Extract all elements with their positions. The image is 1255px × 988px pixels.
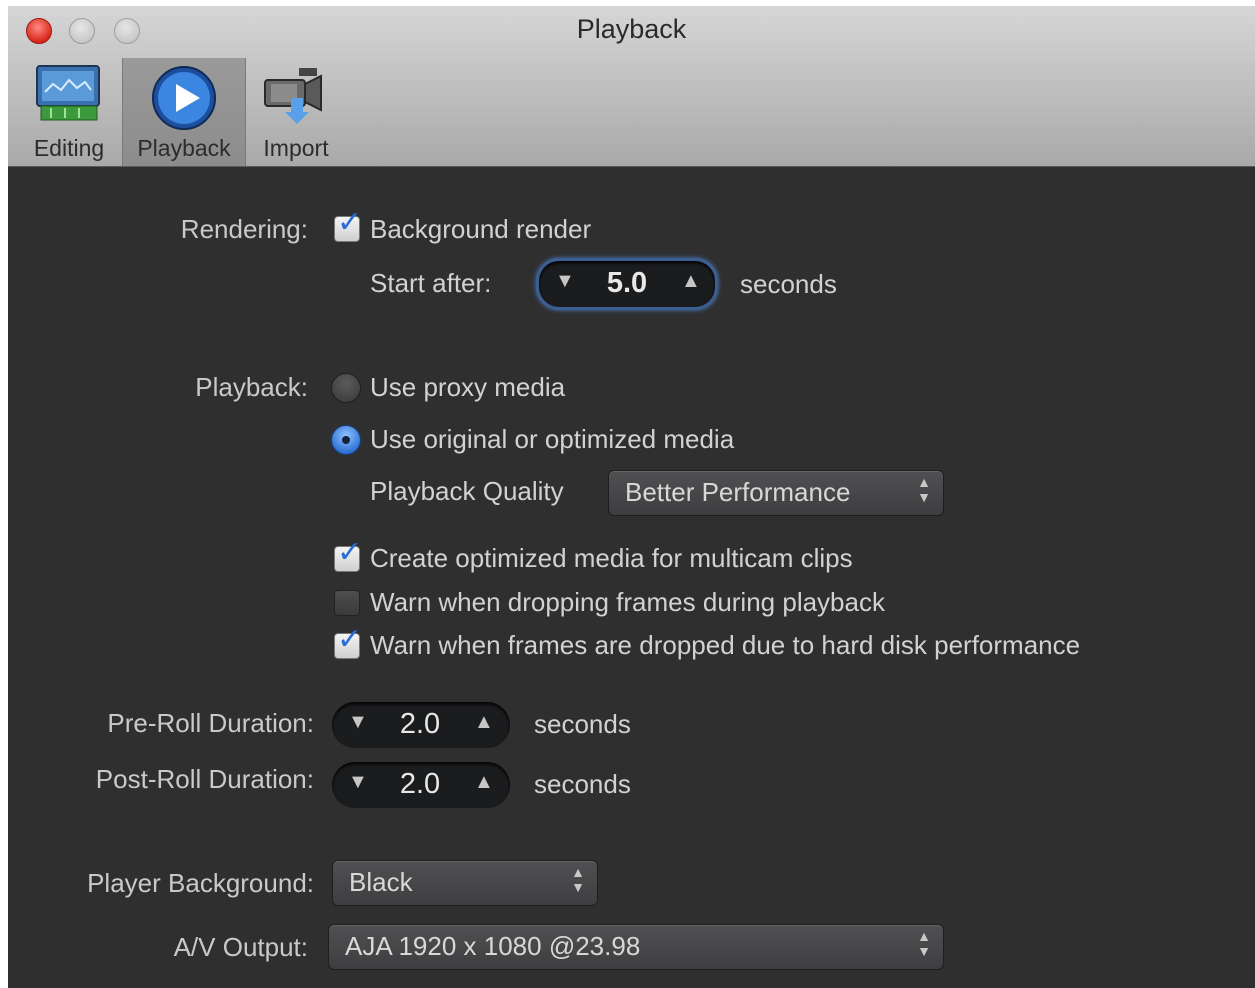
increment-icon[interactable]: ▲ xyxy=(474,771,494,794)
popup-arrows-icon: ▲ ▼ xyxy=(571,864,585,895)
playback-icon xyxy=(152,66,216,130)
background-render-label: Background render xyxy=(370,214,592,244)
toolbar-label-editing: Editing xyxy=(33,135,105,161)
preferences-window: Playback Editing Playback Import Renderi… xyxy=(8,6,1255,988)
use-proxy-media-label: Use proxy media xyxy=(370,372,566,402)
start-after-value: 5.0 xyxy=(606,267,648,299)
warn-hard-disk-label: Warn when frames are dropped due to hard… xyxy=(370,630,1081,660)
playback-quality-value: Better Performance xyxy=(625,477,851,507)
av-output-popup[interactable]: AJA 1920 x 1080 @23.98 ▲ ▼ xyxy=(328,924,944,970)
pre-roll-unit: seconds xyxy=(534,709,631,739)
rendering-label: Rendering: xyxy=(180,214,308,244)
import-icon xyxy=(264,68,322,124)
popup-arrows-icon: ▲ ▼ xyxy=(917,928,931,959)
radio-selected-dot xyxy=(342,436,350,444)
checkmark-icon: ✓ xyxy=(337,206,363,239)
player-background-popup[interactable]: Black ▲ ▼ xyxy=(332,860,598,906)
post-roll-label: Post-Roll Duration: xyxy=(95,764,314,794)
post-roll-stepper[interactable]: ▼ 2.0 ▲ xyxy=(332,762,510,808)
checkmark-icon: ✓ xyxy=(337,536,363,569)
av-output-label: A/V Output: xyxy=(173,932,308,962)
av-output-value: AJA 1920 x 1080 @23.98 xyxy=(345,931,641,961)
toolbar-label-import: Import xyxy=(263,135,329,161)
increment-icon[interactable]: ▲ xyxy=(474,711,494,734)
use-proxy-media-radio[interactable] xyxy=(331,373,361,403)
start-after-stepper[interactable]: ▼ 5.0 ▲ xyxy=(536,258,718,310)
title-bar: Playback Editing Playback Import xyxy=(8,6,1255,167)
editing-icon xyxy=(36,65,100,121)
post-roll-value: 2.0 xyxy=(399,768,441,800)
playback-quality-label: Playback Quality xyxy=(370,476,564,506)
warn-hard-disk-checkbox[interactable]: ✓ xyxy=(334,625,362,659)
warn-dropping-frames-label: Warn when dropping frames during playbac… xyxy=(370,587,885,617)
use-original-media-radio[interactable] xyxy=(331,425,361,455)
window-title: Playback xyxy=(576,14,687,44)
player-background-label: Player Background: xyxy=(87,868,314,898)
popup-arrows-icon: ▲ ▼ xyxy=(917,474,931,505)
player-background-value: Black xyxy=(349,867,413,897)
create-optimized-media-checkbox[interactable]: ✓ xyxy=(334,538,362,572)
pre-roll-stepper[interactable]: ▼ 2.0 ▲ xyxy=(332,702,510,748)
decrement-icon[interactable]: ▼ xyxy=(348,771,368,794)
playback-label: Playback: xyxy=(195,372,308,402)
toolbar-tab-editing[interactable]: Editing xyxy=(16,58,122,166)
toolbar-label-playback: Playback xyxy=(137,135,231,161)
decrement-icon[interactable]: ▼ xyxy=(555,270,575,293)
create-optimized-media-label: Create optimized media for multicam clip… xyxy=(370,543,853,573)
decrement-icon[interactable]: ▼ xyxy=(348,711,368,734)
checkmark-icon: ✓ xyxy=(337,623,363,656)
start-after-label: Start after: xyxy=(370,268,492,298)
increment-icon[interactable]: ▲ xyxy=(681,270,701,293)
toolbar-tab-playback[interactable]: Playback xyxy=(122,58,246,166)
post-roll-unit: seconds xyxy=(534,769,631,799)
background-render-checkbox[interactable]: ✓ xyxy=(334,208,362,242)
start-after-unit: seconds xyxy=(740,269,837,299)
pre-roll-label: Pre-Roll Duration: xyxy=(107,708,314,738)
use-original-media-label: Use original or optimized media xyxy=(370,424,735,454)
playback-quality-popup[interactable]: Better Performance ▲ ▼ xyxy=(608,470,944,516)
warn-dropping-frames-checkbox[interactable] xyxy=(334,590,360,616)
toolbar-tab-import[interactable]: Import xyxy=(246,58,346,166)
pre-roll-value: 2.0 xyxy=(399,708,441,740)
